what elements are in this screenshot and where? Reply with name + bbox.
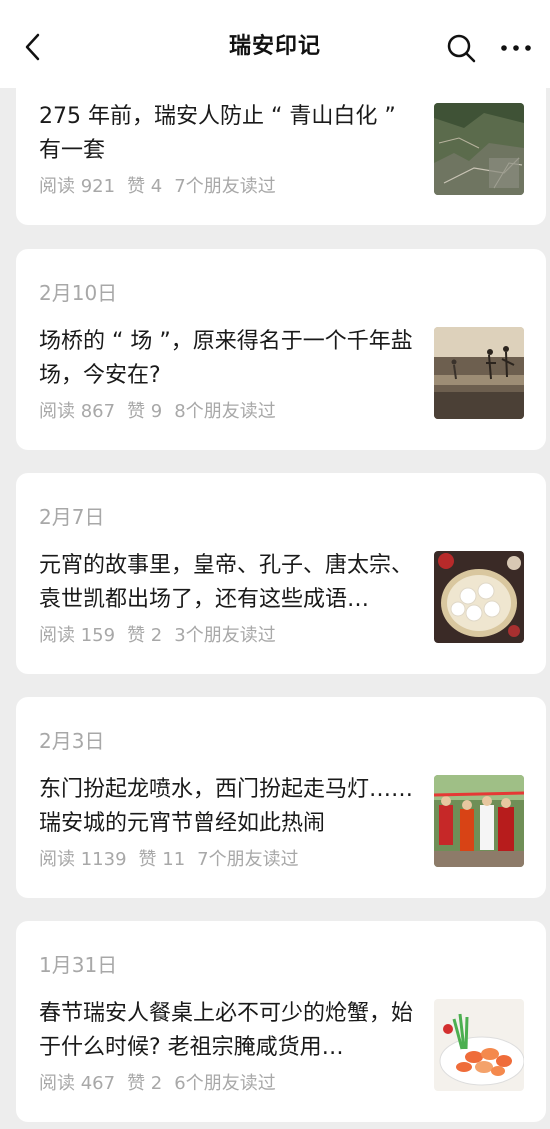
article-title: 275 年前，瑞安人防止 “ 青山白化 ” 有一套 — [39, 104, 396, 163]
article-title: 元宵的故事里，皇帝、孔子、唐太宗、袁世凯都出场了，还有这些成语… — [39, 553, 414, 612]
like-count: 赞 11 — [138, 849, 186, 870]
article-card[interactable]: 2月7日 元宵的故事里，皇帝、孔子、唐太宗、袁世凯都出场了，还有这些成语… 阅读… — [16, 473, 546, 674]
friends-read: 8个朋友读过 — [174, 401, 276, 422]
read-count: 阅读 159 — [39, 625, 116, 646]
article-stats: 阅读 921 赞 4 7个朋友读过 — [39, 172, 288, 198]
satellite-map-thumbnail — [434, 103, 524, 195]
read-count: 阅读 1139 — [39, 849, 127, 870]
festival-parade-thumbnail — [434, 775, 524, 867]
article-date: 2月7日 — [39, 505, 105, 529]
article-list: 275 年前，瑞安人防止 “ 青山白化 ” 有一套 阅读 921 赞 4 7个朋友读… — [0, 88, 550, 1129]
article-date: 1月31日 — [39, 953, 118, 977]
more-options-icon[interactable] — [500, 44, 532, 52]
search-icon[interactable] — [445, 32, 477, 64]
read-count: 阅读 867 — [39, 401, 116, 422]
article-title: 东门扮起龙喷水，西门扮起走马灯……瑞安城的元宵节曾经如此热闹 — [39, 777, 414, 836]
article-title: 春节瑞安人餐桌上必不可少的炝蟹，始于什么时候? 老祖宗腌咸货用… — [39, 1001, 414, 1060]
like-count: 赞 4 — [127, 176, 163, 197]
crab-dish-thumbnail — [434, 999, 524, 1091]
article-date: 2月10日 — [39, 281, 118, 305]
friends-read: 6个朋友读过 — [174, 1073, 276, 1094]
article-title: 场桥的 “ 场 ”，原来得名于一个千年盐场，今安在? — [39, 329, 413, 388]
tangyuan-thumbnail — [434, 551, 524, 643]
article-stats: 阅读 1139 赞 11 7个朋友读过 — [39, 845, 311, 871]
like-count: 赞 2 — [127, 1073, 163, 1094]
article-card[interactable]: 1月31日 春节瑞安人餐桌上必不可少的炝蟹，始于什么时候? 老祖宗腌咸货用… 阅… — [16, 921, 546, 1122]
article-stats: 阅读 159 赞 2 3个朋友读过 — [39, 621, 288, 647]
friends-read: 3个朋友读过 — [174, 625, 276, 646]
article-card[interactable]: 275 年前，瑞安人防止 “ 青山白化 ” 有一套 阅读 921 赞 4 7个朋友读… — [16, 88, 546, 225]
read-count: 阅读 467 — [39, 1073, 116, 1094]
read-count: 阅读 921 — [39, 176, 116, 197]
salt-field-thumbnail — [434, 327, 524, 419]
article-card[interactable]: 2月10日 场桥的 “ 场 ”，原来得名于一个千年盐场，今安在? 阅读 867 赞… — [16, 249, 546, 450]
friends-read: 7个朋友读过 — [197, 849, 299, 870]
top-navigation-bar: 瑞安印记 — [0, 0, 550, 88]
like-count: 赞 2 — [127, 625, 163, 646]
friends-read: 7个朋友读过 — [174, 176, 276, 197]
article-card[interactable]: 2月3日 东门扮起龙喷水，西门扮起走马灯……瑞安城的元宵节曾经如此热闹 阅读 1… — [16, 697, 546, 898]
article-stats: 阅读 867 赞 9 8个朋友读过 — [39, 397, 288, 423]
article-date: 2月3日 — [39, 729, 105, 753]
like-count: 赞 9 — [127, 401, 163, 422]
article-stats: 阅读 467 赞 2 6个朋友读过 — [39, 1069, 288, 1095]
